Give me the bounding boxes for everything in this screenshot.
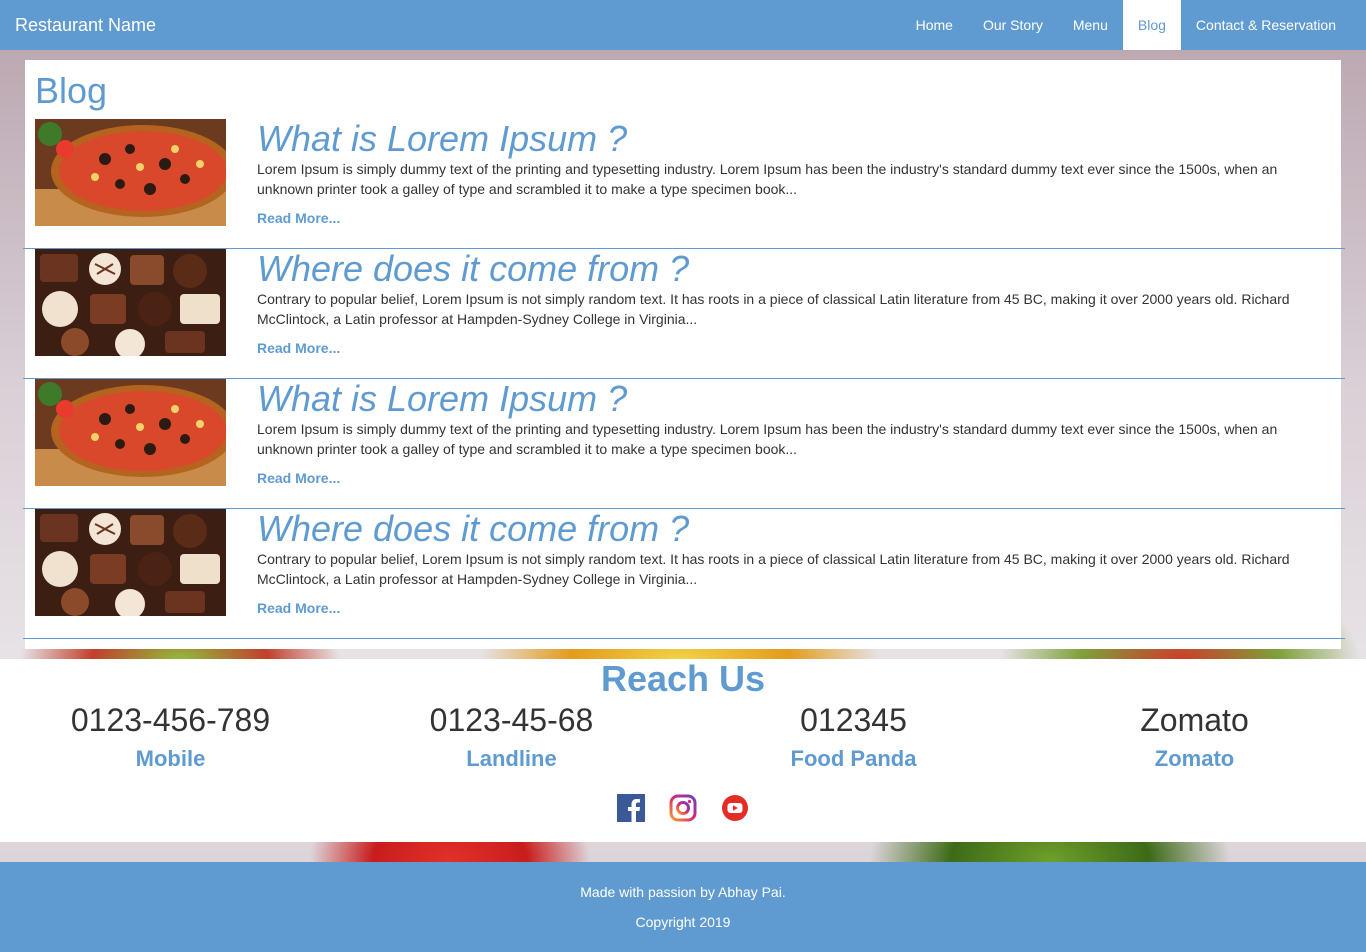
contact-label: Food Panda [790, 746, 917, 771]
footer-credit: Made with passion by Abhay Pai. [580, 884, 786, 900]
page-title: Blog [35, 70, 108, 111]
contact-food-panda: 012345 Food Panda [683, 701, 1024, 779]
contact-label: Zomato [1154, 746, 1235, 771]
reach-us-title: Reach Us [600, 658, 766, 699]
nav-menu: Home Our Story Menu Blog Contact & Reser… [901, 0, 1351, 50]
navbar: Restaurant Name Home Our Story Menu Blog… [0, 0, 1366, 50]
reach-us-section: Reach Us 0123-456-789 Mobile 0123-45-68 … [0, 659, 1366, 842]
contact-value: 0123-456-789 [70, 702, 271, 738]
pizza-image[interactable] [35, 119, 226, 226]
post-excerpt: Contrary to popular belief, Lorem Ipsum … [257, 291, 1290, 327]
read-more-link[interactable]: Read More... [257, 340, 340, 356]
nav-item-our-story[interactable]: Our Story [968, 0, 1058, 50]
contact-value: 0123-45-68 [429, 702, 594, 738]
contact-value: 012345 [800, 702, 907, 738]
chocolates-image[interactable] [35, 509, 226, 616]
contact-mobile: 0123-456-789 Mobile [0, 701, 341, 779]
nav-item-home[interactable]: Home [901, 0, 968, 50]
post-excerpt: Lorem Ipsum is simply dummy text of the … [257, 421, 1278, 457]
contact-landline: 0123-45-68 Landline [341, 701, 682, 779]
post-excerpt: Lorem Ipsum is simply dummy text of the … [257, 161, 1278, 197]
blog-post: Where does it come from ? Contrary to po… [23, 509, 1345, 639]
contact-value: Zomato [1140, 702, 1249, 738]
instagram-icon[interactable] [669, 794, 697, 822]
contact-label: Landline [466, 746, 557, 771]
post-title: What is Lorem Ipsum ? [257, 118, 628, 159]
blog-post: What is Lorem Ipsum ? Lorem Ipsum is sim… [23, 379, 1345, 509]
post-title: What is Lorem Ipsum ? [257, 378, 628, 419]
youtube-icon[interactable] [721, 794, 749, 822]
pizza-image[interactable] [35, 379, 226, 486]
facebook-icon[interactable] [617, 794, 645, 822]
read-more-link[interactable]: Read More... [257, 210, 340, 226]
nav-item-blog[interactable]: Blog [1122, 0, 1181, 50]
read-more-link[interactable]: Read More... [257, 600, 340, 616]
blog-post: Where does it come from ? Contrary to po… [23, 249, 1345, 379]
blog-panel: Blog What is Lorem Ipsum ? Lorem Ipsum i… [23, 60, 1345, 649]
contact-label: Mobile [135, 746, 206, 771]
brand-link[interactable]: Restaurant Name [15, 15, 156, 36]
footer: Made with passion by Abhay Pai. Copyrigh… [0, 862, 1366, 952]
social-links [0, 794, 1366, 822]
nav-item-menu[interactable]: Menu [1058, 0, 1123, 50]
contact-zomato: Zomato Zomato [1024, 701, 1365, 779]
footer-copyright: Copyright 2019 [635, 914, 731, 930]
blog-post: What is Lorem Ipsum ? Lorem Ipsum is sim… [23, 119, 1345, 249]
read-more-link[interactable]: Read More... [257, 470, 340, 486]
post-excerpt: Contrary to popular belief, Lorem Ipsum … [257, 551, 1290, 587]
chocolates-image[interactable] [35, 249, 226, 356]
post-title: Where does it come from ? [257, 248, 690, 289]
post-title: Where does it come from ? [257, 508, 690, 549]
nav-item-contact-reservation[interactable]: Contact & Reservation [1181, 0, 1351, 50]
